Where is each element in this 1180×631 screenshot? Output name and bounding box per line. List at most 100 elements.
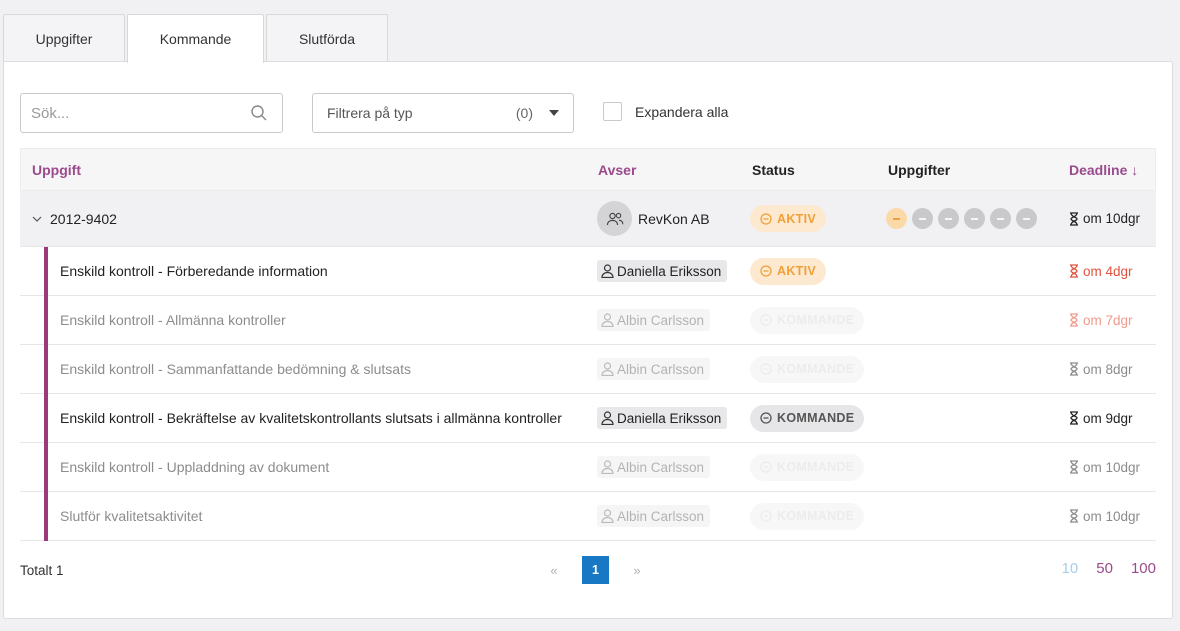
user-icon bbox=[601, 313, 614, 327]
task-name: Enskild kontroll - Sammanfattande bedömn… bbox=[60, 361, 411, 377]
page-size-50[interactable]: 50 bbox=[1096, 560, 1113, 577]
task-name: Enskild kontroll - Allmänna kontroller bbox=[60, 312, 286, 328]
person-cell: Albin Carlsson bbox=[597, 505, 711, 527]
task-name: Slutför kvalitetsaktivitet bbox=[60, 508, 203, 524]
status-badge: KOMMANDE bbox=[750, 404, 865, 432]
group-deadline-cell: om 10dgr bbox=[1069, 211, 1140, 226]
deadline-cell: om 9dgr bbox=[1069, 411, 1133, 426]
table-footer: Totalt 1 « 1 » 10 50 100 bbox=[20, 556, 1156, 586]
dash-circle-icon bbox=[760, 510, 772, 522]
user-icon bbox=[601, 509, 614, 523]
column-header-regarding[interactable]: Avser bbox=[598, 162, 636, 178]
client-name: RevKon AB bbox=[638, 210, 710, 227]
page-button-current[interactable]: 1 bbox=[582, 556, 609, 584]
progress-step bbox=[1016, 208, 1037, 229]
table-row[interactable]: Enskild kontroll - Förberedande informat… bbox=[20, 247, 1156, 296]
deadline-cell: om 8dgr bbox=[1069, 362, 1133, 377]
page-size-10[interactable]: 10 bbox=[1062, 560, 1079, 577]
tab-kommande[interactable]: Kommande bbox=[127, 14, 264, 63]
table-row[interactable]: Slutför kvalitetsaktivitet Albin Carlsso… bbox=[20, 492, 1156, 541]
person-tag: Albin Carlsson bbox=[597, 309, 711, 331]
tab-slutforda[interactable]: Slutförda bbox=[266, 14, 388, 62]
group-id: 2012-9402 bbox=[50, 210, 117, 227]
status-cell: KOMMANDE bbox=[750, 502, 865, 530]
group-indicator-bar bbox=[44, 394, 48, 443]
page-size-selector: 10 50 100 bbox=[1062, 560, 1156, 577]
deadline-cell: om 7dgr bbox=[1069, 313, 1133, 328]
status-cell: KOMMANDE bbox=[750, 355, 865, 383]
person-tag: Albin Carlsson bbox=[597, 358, 711, 380]
person-tag: Albin Carlsson bbox=[597, 505, 711, 527]
pagination: « 1 » bbox=[540, 556, 651, 584]
person-cell: Daniella Eriksson bbox=[597, 260, 728, 282]
progress-step bbox=[964, 208, 985, 229]
hourglass-icon bbox=[1070, 509, 1078, 523]
table-row[interactable]: Enskild kontroll - Bekräftelse av kvalit… bbox=[20, 394, 1156, 443]
group-id-cell: 2012-9402 bbox=[32, 211, 117, 227]
user-icon bbox=[601, 264, 614, 278]
chevron-down-icon[interactable] bbox=[32, 214, 42, 224]
column-header-tasks: Uppgifter bbox=[888, 161, 951, 178]
column-header-task[interactable]: Uppgift bbox=[32, 162, 81, 178]
type-filter-count: (0) bbox=[515, 105, 533, 121]
dash-circle-icon bbox=[760, 265, 772, 277]
search-icon[interactable] bbox=[250, 104, 268, 122]
column-header-deadline[interactable]: Deadline ↓ bbox=[1069, 162, 1138, 178]
progress-step-active bbox=[886, 208, 907, 229]
hourglass-icon bbox=[1070, 411, 1078, 425]
task-name: Enskild kontroll - Uppladdning av dokume… bbox=[60, 459, 330, 475]
dash-circle-icon bbox=[760, 363, 772, 375]
total-count: Totalt 1 bbox=[20, 563, 64, 578]
dash-circle-icon bbox=[760, 461, 772, 473]
search-box bbox=[20, 93, 283, 133]
hourglass-icon bbox=[1070, 460, 1078, 474]
progress-step bbox=[990, 208, 1011, 229]
group-indicator-bar bbox=[44, 247, 48, 296]
status-badge: KOMMANDE bbox=[750, 355, 865, 383]
person-cell: Albin Carlsson bbox=[597, 358, 711, 380]
tasks-table: Uppgift Avser Status Uppgifter Deadline … bbox=[20, 148, 1156, 541]
group-indicator-bar bbox=[44, 492, 48, 541]
table-row[interactable]: Enskild kontroll - Allmänna kontroller A… bbox=[20, 296, 1156, 345]
prev-page-button[interactable]: « bbox=[540, 563, 568, 578]
next-page-button[interactable]: » bbox=[623, 563, 651, 578]
task-name: Enskild kontroll - Förberedande informat… bbox=[60, 263, 328, 279]
group-indicator-bar bbox=[44, 345, 48, 394]
tab-bar: Uppgifter Kommande Slutförda bbox=[3, 14, 390, 63]
group-row[interactable]: 2012-9402 RevKon AB AKTIV om 10dgr bbox=[20, 191, 1156, 247]
deadline-cell: om 4dgr bbox=[1069, 264, 1133, 279]
status-badge: KOMMANDE bbox=[750, 453, 865, 481]
deadline-text: om 10dgr bbox=[1083, 211, 1141, 226]
search-input[interactable] bbox=[31, 104, 250, 122]
dash-circle-icon bbox=[760, 212, 772, 225]
table-row[interactable]: Enskild kontroll - Uppladdning av dokume… bbox=[20, 443, 1156, 492]
dash-circle-icon bbox=[760, 412, 772, 424]
task-name: Enskild kontroll - Bekräftelse av kvalit… bbox=[60, 410, 562, 426]
page-size-100[interactable]: 100 bbox=[1131, 560, 1156, 577]
group-status-cell: AKTIV bbox=[750, 205, 826, 232]
status-cell: KOMMANDE bbox=[750, 306, 865, 334]
status-badge: KOMMANDE bbox=[750, 306, 865, 334]
group-indicator-bar bbox=[44, 443, 48, 492]
column-header-status: Status bbox=[752, 161, 795, 178]
task-progress-steps bbox=[886, 208, 1037, 229]
table-row[interactable]: Enskild kontroll - Sammanfattande bedömn… bbox=[20, 345, 1156, 394]
person-cell: Albin Carlsson bbox=[597, 456, 711, 478]
group-indicator-bar bbox=[44, 296, 48, 345]
hourglass-icon bbox=[1070, 211, 1078, 226]
client-group-icon bbox=[597, 201, 632, 236]
hourglass-icon bbox=[1070, 264, 1078, 278]
group-progress-cell bbox=[886, 208, 1037, 229]
user-icon bbox=[601, 362, 614, 376]
status-cell: AKTIV bbox=[750, 257, 826, 285]
table-header: Uppgift Avser Status Uppgifter Deadline … bbox=[20, 148, 1156, 191]
status-badge: AKTIV bbox=[750, 257, 826, 285]
tab-uppgifter[interactable]: Uppgifter bbox=[3, 14, 125, 62]
group-client-cell: RevKon AB bbox=[597, 201, 710, 236]
person-tag: Daniella Eriksson bbox=[597, 260, 728, 282]
type-filter-select[interactable]: Filtrera på typ (0) bbox=[312, 93, 574, 133]
deadline-cell: om 10dgr bbox=[1069, 460, 1140, 475]
expand-all-checkbox[interactable] bbox=[603, 102, 622, 121]
user-icon bbox=[601, 460, 614, 474]
expand-all-label: Expandera alla bbox=[635, 103, 729, 120]
